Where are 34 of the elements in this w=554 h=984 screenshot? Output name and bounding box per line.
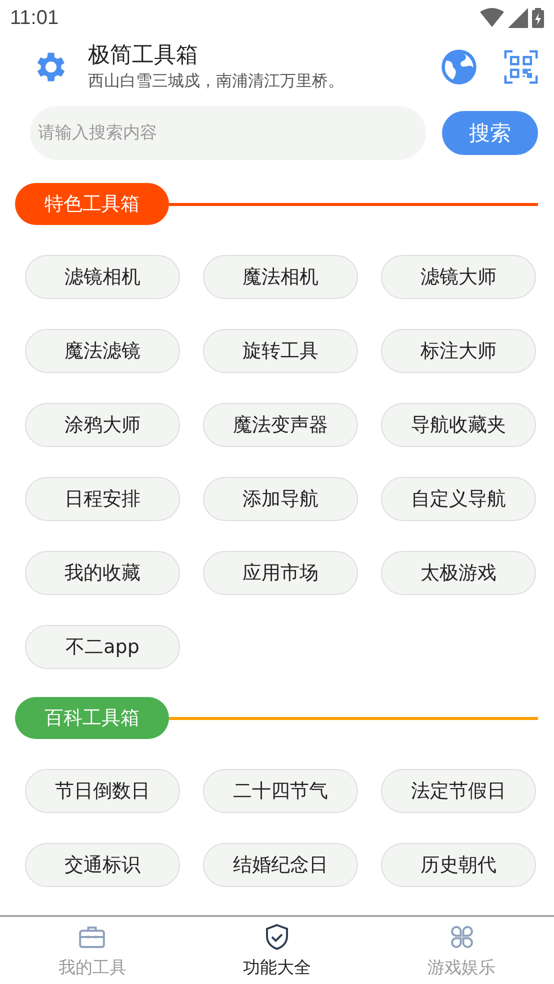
tool-chip[interactable]: 自定义导航 xyxy=(381,477,536,522)
tool-chip[interactable]: 滤镜大师 xyxy=(381,255,536,300)
tool-chip[interactable]: 太极游戏 xyxy=(381,551,536,596)
tool-chip[interactable]: 涂鸦大师 xyxy=(25,403,180,448)
tool-chip[interactable]: 结婚纪念日 xyxy=(203,843,358,888)
tool-chip[interactable]: 交通标识 xyxy=(25,843,180,888)
status-time: 11:01 xyxy=(10,6,59,30)
wifi-icon xyxy=(480,8,504,28)
tool-chip[interactable]: 魔法相机 xyxy=(203,255,358,300)
tool-chip[interactable]: 日程安排 xyxy=(25,477,180,522)
signal-icon xyxy=(508,8,528,28)
tool-chip[interactable]: 标注大师 xyxy=(381,329,536,374)
tool-chip[interactable]: 历史朝代 xyxy=(381,843,536,888)
tool-chip[interactable]: 应用市场 xyxy=(203,551,358,596)
tool-chip[interactable]: 魔法变声器 xyxy=(203,403,358,448)
tool-chip[interactable]: 节日倒数日 xyxy=(25,769,180,814)
section-title: 特色工具箱 xyxy=(15,183,169,226)
globe-icon[interactable] xyxy=(440,48,478,86)
nav-tab[interactable]: 功能大全 xyxy=(184,917,370,984)
tool-chip[interactable]: 添加导航 xyxy=(203,477,358,522)
tool-chip[interactable]: 导航收藏夹 xyxy=(381,403,536,448)
tool-chip[interactable]: 不二app xyxy=(25,625,180,670)
tool-chip[interactable]: 滤镜相机 xyxy=(25,255,180,300)
tool-chip[interactable]: 法定节假日 xyxy=(381,769,536,814)
tool-chip[interactable]: 魔法滤镜 xyxy=(25,329,180,374)
tool-chip[interactable]: 二十四节气 xyxy=(203,769,358,814)
tool-chip[interactable]: 旋转工具 xyxy=(203,329,358,374)
app-subtitle: 西山白雪三城戍，南浦清江万里桥。 xyxy=(88,70,345,92)
section-title: 百科工具箱 xyxy=(15,697,169,740)
search-field[interactable]: 请输入搜索内容 xyxy=(30,106,426,160)
battery-icon xyxy=(532,8,544,28)
app-title: 极简工具箱 xyxy=(88,42,199,70)
qr-scan-icon[interactable] xyxy=(504,50,538,84)
tool-chip[interactable]: 我的收藏 xyxy=(25,551,180,596)
